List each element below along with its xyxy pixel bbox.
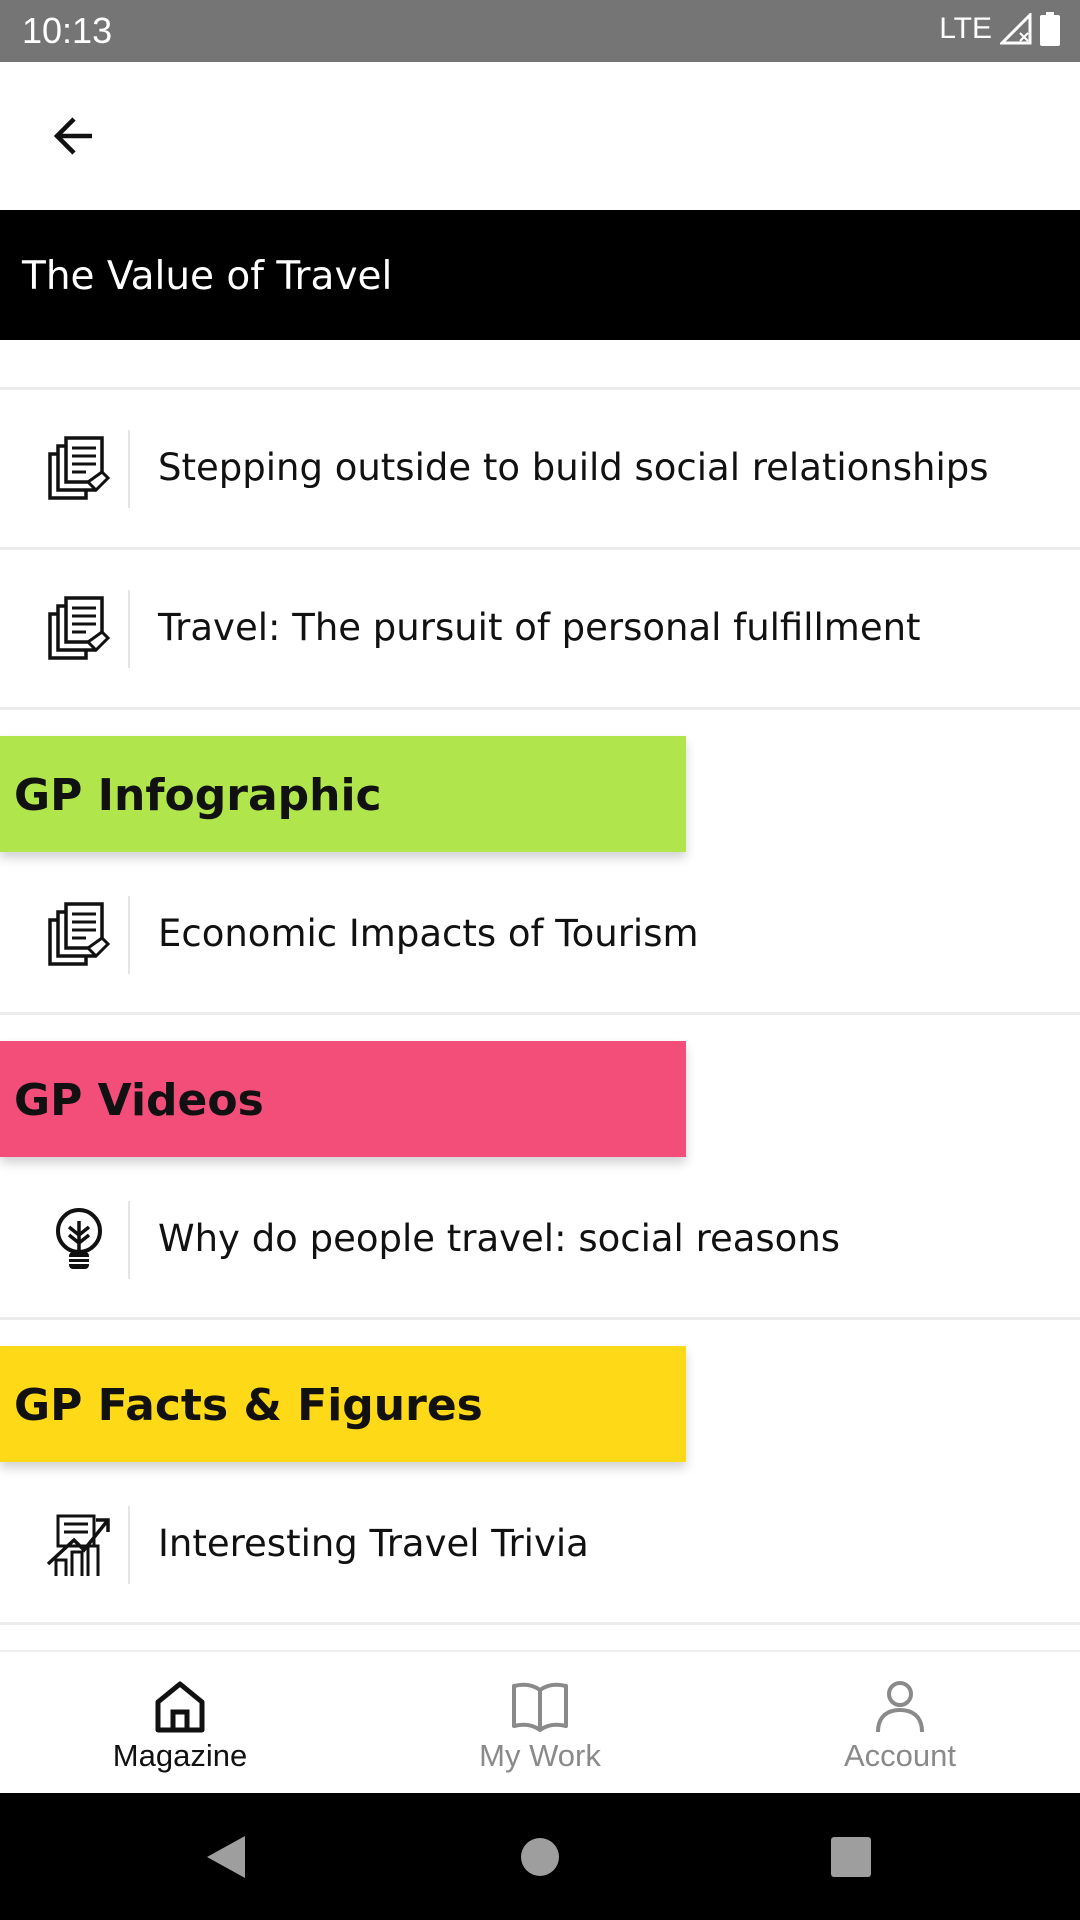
section-title: GP Facts & Figures — [14, 1380, 483, 1431]
network-type: LTE — [939, 12, 992, 45]
divider — [0, 1317, 1080, 1320]
bottom-navigation: Magazine My Work Account — [0, 1650, 1080, 1793]
list-item-label: Interesting Travel Trivia — [158, 1522, 589, 1565]
person-icon — [876, 1681, 924, 1733]
status-time: 10:13 — [22, 10, 113, 51]
status-bar: 10:13 LTE — [0, 0, 1080, 62]
list-item-label: Travel: The pursuit of personal fulfillm… — [158, 606, 921, 649]
title-bar: The Value of Travel — [0, 210, 1080, 340]
nav-label: Account — [843, 1738, 956, 1773]
back-arrow-icon[interactable] — [44, 106, 104, 166]
list-item[interactable]: Economic Impacts of Tourism — [0, 856, 1080, 1014]
section-title: GP Infographic — [14, 770, 382, 821]
divider — [0, 707, 1080, 710]
list-item-label: Stepping outside to build social relatio… — [158, 446, 989, 489]
document-stack-icon — [48, 596, 110, 660]
book-icon — [512, 1682, 568, 1732]
page-title: The Value of Travel — [22, 254, 393, 299]
separator — [128, 1506, 130, 1584]
document-stack-icon — [48, 436, 110, 500]
list-item[interactable]: Travel: The pursuit of personal fulfillm… — [0, 550, 1080, 708]
list-item-label: Economic Impacts of Tourism — [158, 912, 699, 955]
home-icon — [155, 1681, 205, 1733]
separator — [128, 430, 130, 508]
system-recents-icon[interactable] — [831, 1837, 871, 1877]
section-header-infographic: GP Infographic — [0, 736, 686, 852]
nav-label: My Work — [479, 1738, 601, 1773]
list-item[interactable]: Interesting Travel Trivia — [0, 1466, 1080, 1624]
nav-account[interactable]: Account — [720, 1652, 1080, 1795]
list-item[interactable]: Stepping outside to build social relatio… — [0, 390, 1080, 548]
section-header-facts: GP Facts & Figures — [0, 1346, 686, 1462]
section-header-videos: GP Videos — [0, 1041, 686, 1157]
document-stack-icon — [48, 902, 110, 966]
system-back-icon[interactable] — [205, 1834, 247, 1880]
nav-magazine[interactable]: Magazine — [0, 1652, 360, 1795]
system-navigation-bar — [0, 1793, 1080, 1920]
divider — [0, 1622, 1080, 1625]
separator — [128, 1201, 130, 1279]
nav-label: Magazine — [112, 1738, 248, 1773]
separator — [128, 896, 130, 974]
section-title: GP Videos — [14, 1075, 264, 1126]
lightbulb-icon — [56, 1208, 102, 1271]
divider — [0, 1012, 1080, 1015]
separator — [128, 590, 130, 668]
nav-my-work[interactable]: My Work — [360, 1652, 720, 1795]
list-item-label: Why do people travel: social reasons — [158, 1217, 841, 1260]
system-home-icon[interactable] — [520, 1837, 560, 1877]
signal-icon — [1000, 13, 1032, 45]
app-bar — [0, 62, 1080, 210]
battery-icon — [1040, 12, 1060, 46]
chart-growth-icon — [46, 1514, 110, 1578]
list-item[interactable]: Why do people travel: social reasons — [0, 1161, 1080, 1319]
